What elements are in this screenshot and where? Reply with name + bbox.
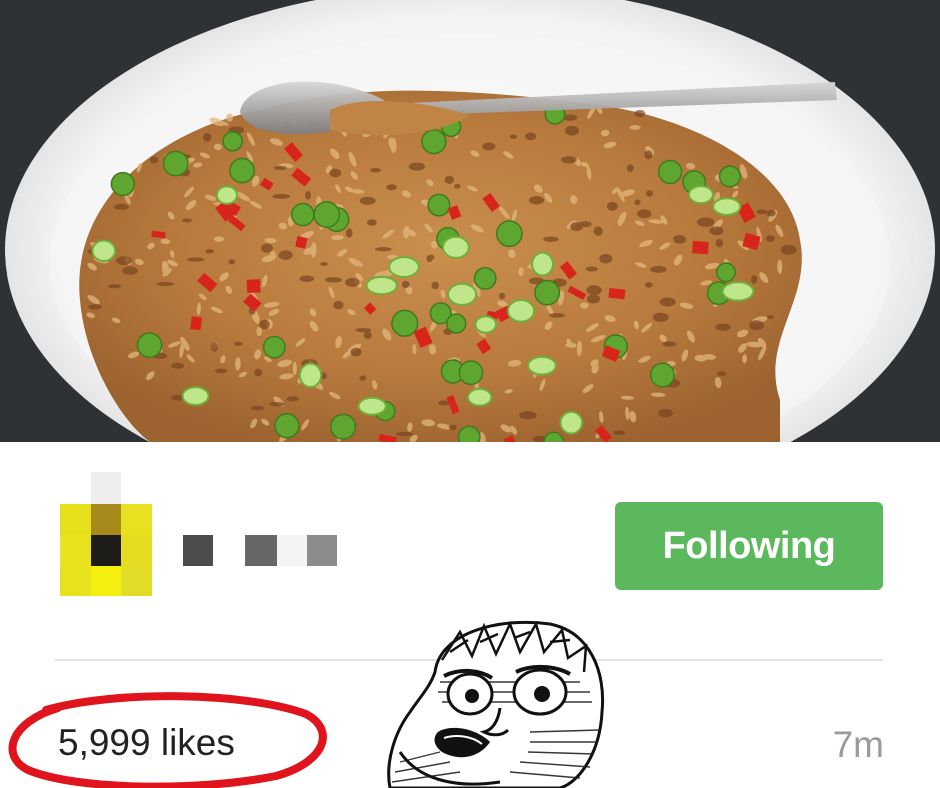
post-timestamp: 7m <box>832 724 884 765</box>
user-avatar[interactable] <box>60 472 152 596</box>
likes-count[interactable]: 5,999 likes <box>58 720 235 766</box>
post-photo[interactable] <box>0 0 940 442</box>
following-button[interactable]: Following <box>615 502 883 590</box>
username-redacted[interactable] <box>183 535 343 567</box>
post-card: Following 5,999 likes 7m <box>0 0 940 788</box>
rage-face-sticker <box>380 612 612 788</box>
